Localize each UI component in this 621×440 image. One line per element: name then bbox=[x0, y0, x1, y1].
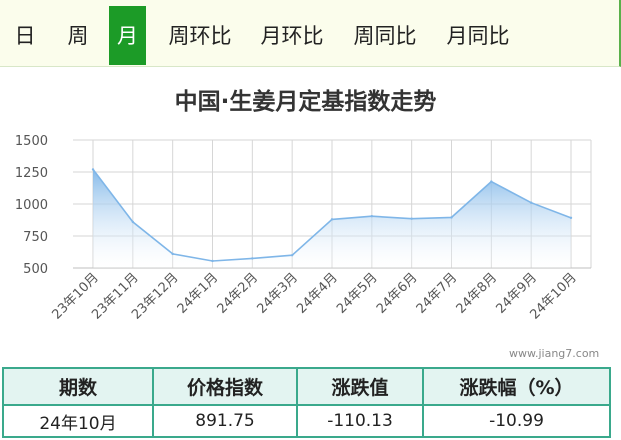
data-point bbox=[569, 216, 573, 220]
y-tick-label: 750 bbox=[23, 230, 48, 245]
x-tick-label: 24年2月 bbox=[215, 270, 262, 317]
tab-month-over-month[interactable]: 月环比 bbox=[252, 6, 332, 66]
watermark-text: www.jiang7.com bbox=[509, 347, 600, 360]
header-change-percent: 涨跌幅（%） bbox=[422, 367, 611, 406]
data-point bbox=[490, 180, 493, 183]
header-change-value: 涨跌值 bbox=[296, 367, 424, 406]
header-period: 期数 bbox=[2, 367, 154, 406]
chart-title: 中国·生姜月定基指数走势 bbox=[174, 89, 437, 115]
x-tick-label: 24年6月 bbox=[374, 270, 421, 317]
cell-period: 24年10月 bbox=[2, 404, 154, 438]
tab-month[interactable]: 月 bbox=[109, 6, 146, 65]
y-axis-ticks: 1500 1250 1000 750 500 bbox=[15, 134, 48, 277]
data-point bbox=[91, 168, 95, 171]
data-point bbox=[330, 218, 334, 221]
header-price-index: 价格指数 bbox=[152, 367, 298, 406]
x-tick-label: 24年5月 bbox=[334, 270, 381, 317]
price-index-chart: 1500 1250 1000 750 500 23年10月23年11月23年12月24年… bbox=[15, 134, 592, 323]
tab-week[interactable]: 周 bbox=[58, 6, 98, 66]
y-tick-label: 500 bbox=[23, 262, 48, 277]
data-point bbox=[529, 201, 533, 204]
data-point bbox=[171, 252, 174, 256]
x-tick-label: 24年3月 bbox=[254, 270, 301, 317]
data-point bbox=[290, 254, 294, 257]
tab-day[interactable]: 日 bbox=[5, 6, 45, 66]
data-point bbox=[251, 257, 254, 260]
cell-change-value: -110.13 bbox=[296, 404, 424, 438]
cell-change-percent: -10.99 bbox=[422, 404, 611, 438]
y-tick-label: 1250 bbox=[15, 166, 48, 181]
data-point bbox=[211, 259, 214, 263]
x-axis-ticks: 23年10月23年11月23年12月24年1月24年2月24年3月24年4月24… bbox=[49, 270, 579, 322]
summary-header-row: 期数 价格指数 涨跌值 涨跌幅（%） bbox=[2, 367, 611, 406]
cell-price-index: 891.75 bbox=[152, 404, 298, 438]
data-point bbox=[370, 214, 374, 218]
x-tick-label: 24年8月 bbox=[454, 270, 501, 317]
tab-week-year-over-year[interactable]: 周同比 bbox=[345, 6, 425, 66]
data-point bbox=[410, 217, 413, 220]
x-tick-label: 24年4月 bbox=[294, 270, 341, 317]
x-tick-label: 24年7月 bbox=[414, 270, 461, 317]
y-tick-label: 1000 bbox=[15, 198, 48, 213]
y-tick-label: 1500 bbox=[15, 134, 48, 149]
period-tab-bar: 日 周 月 周环比 月环比 周同比 月同比 bbox=[0, 0, 621, 67]
tab-month-year-over-year[interactable]: 月同比 bbox=[438, 6, 518, 66]
summary-table: 期数 价格指数 涨跌值 涨跌幅（%） 24年10月 891.75 -110.13… bbox=[2, 367, 611, 438]
data-point bbox=[131, 220, 135, 224]
data-point bbox=[450, 216, 453, 219]
summary-data-row: 24年10月 891.75 -110.13 -10.99 bbox=[2, 404, 611, 438]
x-tick-label: 24年1月 bbox=[175, 270, 222, 317]
tab-week-over-week[interactable]: 周环比 bbox=[160, 6, 240, 66]
